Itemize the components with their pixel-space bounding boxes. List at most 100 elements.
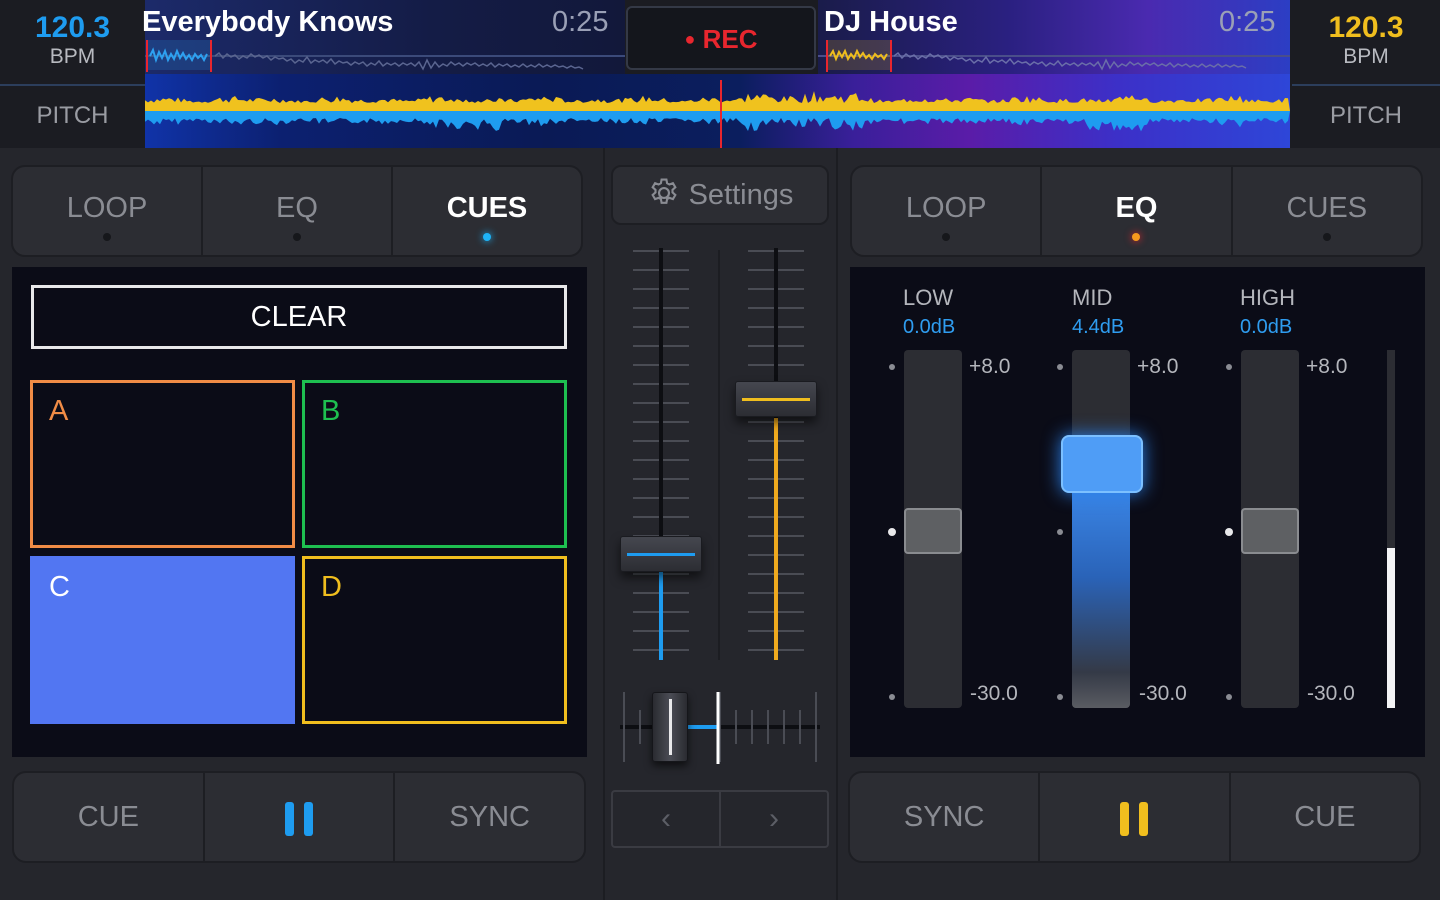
deck-a-bpm[interactable]: 120.3 BPM (0, 0, 145, 84)
eq-mid-level-fill (1072, 470, 1130, 708)
deck-b-volume-fader[interactable] (735, 381, 817, 417)
cue-pad-b-label: B (321, 395, 341, 427)
eq-low-dot-top (889, 364, 895, 370)
deck-b-bpm-value: 120.3 (1328, 11, 1404, 44)
crossfader-knob[interactable] (652, 692, 688, 762)
crossfader-knob-line (669, 699, 672, 755)
cue-pad-c[interactable]: C (30, 556, 295, 724)
waveform-top (145, 91, 1290, 111)
deck-b-tab-eq-label: EQ (1115, 192, 1158, 224)
deck-a-tab-cues-label: CUES (446, 192, 528, 224)
deck-b-bpm[interactable]: 120.3 BPM (1292, 0, 1440, 84)
record-dot-icon: ● (684, 29, 696, 49)
deck-a-track-time: 0:25 (552, 6, 609, 38)
deck-b-tab-loop[interactable]: LOOP (852, 167, 1043, 255)
eq-mid-slider[interactable] (1061, 435, 1143, 493)
deck-a-tab-eq[interactable]: EQ (203, 167, 393, 255)
mixer-nav: ‹ › (611, 790, 829, 848)
deck-b-transport-bar: SYNC CUE (848, 771, 1421, 863)
eq-mid-min: -30.0 (1139, 682, 1187, 705)
eq-mid-dot-center (1057, 529, 1063, 535)
eq-low-max: +8.0 (969, 355, 1011, 378)
deck-b-fader-indicator (742, 398, 810, 401)
deck-b-tab-cues[interactable]: CUES (1233, 167, 1421, 255)
mixer-next-button[interactable]: › (721, 792, 827, 846)
waveform-bottom (145, 111, 1290, 132)
eq-low-dot-bottom (889, 694, 895, 700)
clear-cues-button[interactable]: CLEAR (31, 285, 567, 349)
deck-b-level-meter (1387, 350, 1395, 708)
crossfader-scale (620, 692, 820, 764)
eq-high-name: HIGH (1240, 285, 1295, 310)
settings-label: Settings (688, 179, 794, 211)
deck-a-transport-bar: CUE SYNC (12, 771, 586, 863)
fader-divider (718, 250, 720, 660)
deck-b-pitch-button[interactable]: PITCH (1292, 84, 1440, 148)
eq-high-max: +8.0 (1306, 355, 1348, 378)
deck-a-pause-icon (285, 802, 313, 836)
deck-b-tab-cues-label: CUES (1286, 192, 1368, 224)
deck-b-volume-level (774, 418, 778, 660)
eq-mid-dot-top (1057, 364, 1063, 370)
deck-a-tab-loop[interactable]: LOOP (13, 167, 203, 255)
deck-a-volume-fader[interactable] (620, 536, 702, 572)
eq-mid-value: 4.4dB (1072, 316, 1125, 338)
deck-b-bpm-label: BPM (1343, 45, 1389, 68)
deck-a-tab-cues[interactable]: CUES (393, 167, 581, 255)
deck-a-tab-loop-indicator (103, 233, 111, 241)
deck-a-pitch-button[interactable]: PITCH (0, 84, 145, 148)
deck-a-tab-eq-label: EQ (276, 192, 318, 224)
eq-high-slider[interactable] (1241, 508, 1299, 554)
deck-b-sync-button[interactable]: SYNC (850, 773, 1041, 861)
eq-low-dot-center (888, 528, 896, 536)
cue-pad-c-label: C (49, 571, 70, 603)
main-waveform-graphic (145, 91, 1290, 132)
deck-a-volume-level (659, 572, 663, 660)
eq-high-dot-bottom (1226, 694, 1232, 700)
main-waveform[interactable] (145, 74, 1290, 148)
eq-mid-dot-bottom (1057, 694, 1063, 700)
deck-b-track-title: DJ House (824, 6, 958, 38)
eq-mid-max: +8.0 (1137, 355, 1179, 378)
deck-a-bpm-label: BPM (49, 45, 96, 68)
eq-high-dot-top (1226, 364, 1232, 370)
cue-pad-d-label: D (321, 571, 342, 603)
deck-b-track-time: 0:25 (1219, 6, 1276, 38)
deck-a-tab-cues-indicator (483, 233, 491, 241)
gear-icon (650, 178, 677, 204)
cue-pad-a[interactable]: A (30, 380, 295, 548)
deck-b-tab-cues-indicator (1322, 233, 1331, 241)
record-label: REC (702, 24, 758, 54)
deck-b-pause-button[interactable] (1040, 773, 1231, 861)
deck-b-tab-loop-indicator (942, 233, 951, 241)
eq-high-dot-center (1225, 528, 1233, 536)
deck-a-sync-button[interactable]: SYNC (395, 773, 584, 861)
playhead-marker (720, 80, 722, 148)
mixer-prev-button[interactable]: ‹ (613, 792, 721, 846)
eq-high-min: -30.0 (1307, 682, 1355, 705)
deck-a-track-title: Everybody Knows (142, 6, 394, 38)
eq-low-name: LOW (903, 285, 954, 310)
eq-low-min: -30.0 (970, 682, 1018, 705)
cue-pad-a-label: A (49, 395, 69, 427)
deck-b-tab-bar: LOOP EQ CUES (850, 165, 1423, 257)
eq-low-value: 0.0dB (903, 316, 956, 338)
deck-a-tab-loop-label: LOOP (66, 192, 148, 224)
deck-b-tab-loop-label: LOOP (905, 192, 987, 224)
settings-button[interactable]: Settings (611, 165, 829, 225)
deck-b-pause-icon (1120, 802, 1149, 836)
eq-mid-name: MID (1072, 285, 1113, 310)
eq-low-slider[interactable] (904, 508, 962, 554)
cue-pad-d[interactable]: D (302, 556, 567, 724)
record-button[interactable]: ● REC (626, 6, 816, 70)
deck-a-cue-button[interactable]: CUE (14, 773, 205, 861)
deck-b-cue-button[interactable]: CUE (1231, 773, 1419, 861)
deck-a-fader-indicator (627, 553, 695, 556)
deck-a-tab-bar: LOOP EQ CUES (11, 165, 583, 257)
deck-b-tab-eq[interactable]: EQ (1042, 167, 1233, 255)
deck-a-tab-eq-indicator (293, 233, 301, 241)
deck-b-level-meter-fill (1387, 548, 1395, 708)
deck-a-pause-button[interactable] (205, 773, 396, 861)
cue-pad-b[interactable]: B (302, 380, 567, 548)
deck-b-tab-eq-indicator (1132, 233, 1141, 241)
